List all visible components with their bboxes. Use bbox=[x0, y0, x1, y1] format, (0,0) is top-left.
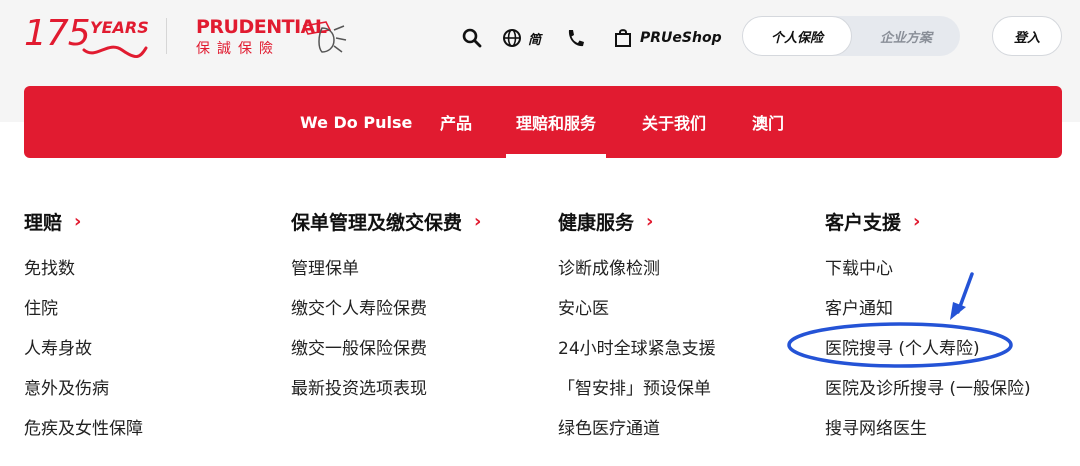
column-heading-claims[interactable]: 理赔 › bbox=[24, 204, 264, 238]
segment-personal[interactable]: 个人保险 bbox=[742, 16, 852, 56]
column-heading-health[interactable]: 健康服务 › bbox=[558, 204, 808, 238]
prudential-logo[interactable]: PRUDENTIAL 保誠保險 bbox=[196, 16, 356, 58]
prudence-head-icon bbox=[302, 21, 347, 53]
anniversary-word: YEARS bbox=[90, 18, 149, 37]
column-heading-label: 客户支援 bbox=[825, 211, 902, 234]
menu-column-support: 客户支援 › 下载中心 客户通知 医院搜寻 (个人寿险) 医院及诊所搜寻 (一般… bbox=[825, 204, 1075, 444]
menu-link[interactable]: 管理保单 bbox=[291, 254, 359, 279]
logo-divider bbox=[166, 18, 167, 54]
menu-link[interactable]: 安心医 bbox=[558, 294, 609, 319]
menu-link-hospital-search[interactable]: 医院搜寻 (个人寿险) bbox=[825, 334, 980, 359]
shopping-bag-icon bbox=[614, 28, 632, 48]
phone-icon[interactable] bbox=[566, 28, 584, 48]
language-label: 简 bbox=[528, 32, 542, 48]
column-heading-policy[interactable]: 保单管理及缴交保费 › bbox=[291, 204, 541, 238]
menu-column-policy: 保单管理及缴交保费 › 管理保单 缴交个人寿险保费 缴交一般保险保费 最新投资选… bbox=[291, 204, 541, 444]
globe-icon bbox=[502, 28, 522, 48]
search-tool[interactable] bbox=[462, 24, 482, 52]
column-heading-label: 理赔 bbox=[24, 211, 63, 234]
menu-link[interactable]: 「智安排」预设保单 bbox=[558, 374, 711, 399]
nav-products[interactable]: 产品 bbox=[440, 86, 472, 158]
login-button[interactable]: 登入 bbox=[992, 16, 1062, 56]
column-heading-label: 健康服务 bbox=[558, 211, 635, 234]
anniversary-number: 175 bbox=[24, 13, 91, 54]
menu-link[interactable]: 医院及诊所搜寻 (一般保险) bbox=[825, 374, 1031, 399]
menu-link[interactable]: 诊断成像检测 bbox=[558, 254, 660, 279]
menu-link[interactable]: 缴交个人寿险保费 bbox=[291, 294, 427, 319]
menu-column-health: 健康服务 › 诊断成像检测 安心医 24小时全球紧急支援 「智安排」预设保单 绿… bbox=[558, 204, 808, 444]
customer-type-toggle[interactable]: 个人保险 企业方案 bbox=[742, 16, 960, 56]
nav-about-us[interactable]: 关于我们 bbox=[642, 86, 706, 158]
search-icon[interactable] bbox=[462, 28, 482, 48]
chevron-right-icon: › bbox=[646, 210, 654, 232]
menu-link[interactable]: 下载中心 bbox=[825, 254, 893, 279]
menu-link[interactable]: 24小时全球紧急支援 bbox=[558, 334, 716, 359]
phone-tool[interactable] bbox=[566, 24, 584, 52]
segment-corporate[interactable]: 企业方案 bbox=[852, 16, 960, 56]
menu-link[interactable]: 客户通知 bbox=[825, 294, 893, 319]
anniversary-logo[interactable]: 175 YEARS bbox=[24, 13, 149, 58]
menu-link[interactable]: 绿色医疗通道 bbox=[558, 414, 660, 439]
menu-column-claims: 理赔 › 免找数 住院 人寿身故 意外及伤病 危疾及女性保障 bbox=[24, 204, 264, 444]
chevron-right-icon: › bbox=[474, 210, 482, 232]
nav-macau[interactable]: 澳门 bbox=[752, 86, 784, 158]
prueshop-link[interactable]: PRUeShop bbox=[614, 24, 722, 52]
ribbon-swoosh-icon bbox=[82, 45, 148, 58]
main-nav: We Do Pulse 产品 理赔和服务 关于我们 澳门 bbox=[24, 86, 1062, 158]
chevron-right-icon: › bbox=[74, 210, 82, 232]
menu-link[interactable]: 危疾及女性保障 bbox=[24, 414, 143, 439]
nav-we-do-pulse[interactable]: We Do Pulse bbox=[300, 86, 412, 158]
menu-link[interactable]: 最新投资选项表现 bbox=[291, 374, 427, 399]
prueshop-label: PRUeShop bbox=[640, 30, 722, 46]
chevron-right-icon: › bbox=[913, 210, 921, 232]
menu-link[interactable]: 人寿身故 bbox=[24, 334, 92, 359]
brand-name-zh: 保誠保險 bbox=[196, 41, 280, 57]
column-heading-support[interactable]: 客户支援 › bbox=[825, 204, 1075, 238]
column-heading-label: 保单管理及缴交保费 bbox=[291, 211, 463, 234]
menu-link[interactable]: 搜寻网络医生 bbox=[825, 414, 927, 439]
language-switch[interactable]: 简 bbox=[502, 24, 541, 52]
menu-link[interactable]: 住院 bbox=[24, 294, 58, 319]
menu-link[interactable]: 意外及伤病 bbox=[24, 374, 109, 399]
nav-claims-services[interactable]: 理赔和服务 bbox=[505, 86, 607, 158]
menu-link[interactable]: 免找数 bbox=[24, 254, 75, 279]
menu-link[interactable]: 缴交一般保险保费 bbox=[291, 334, 427, 359]
